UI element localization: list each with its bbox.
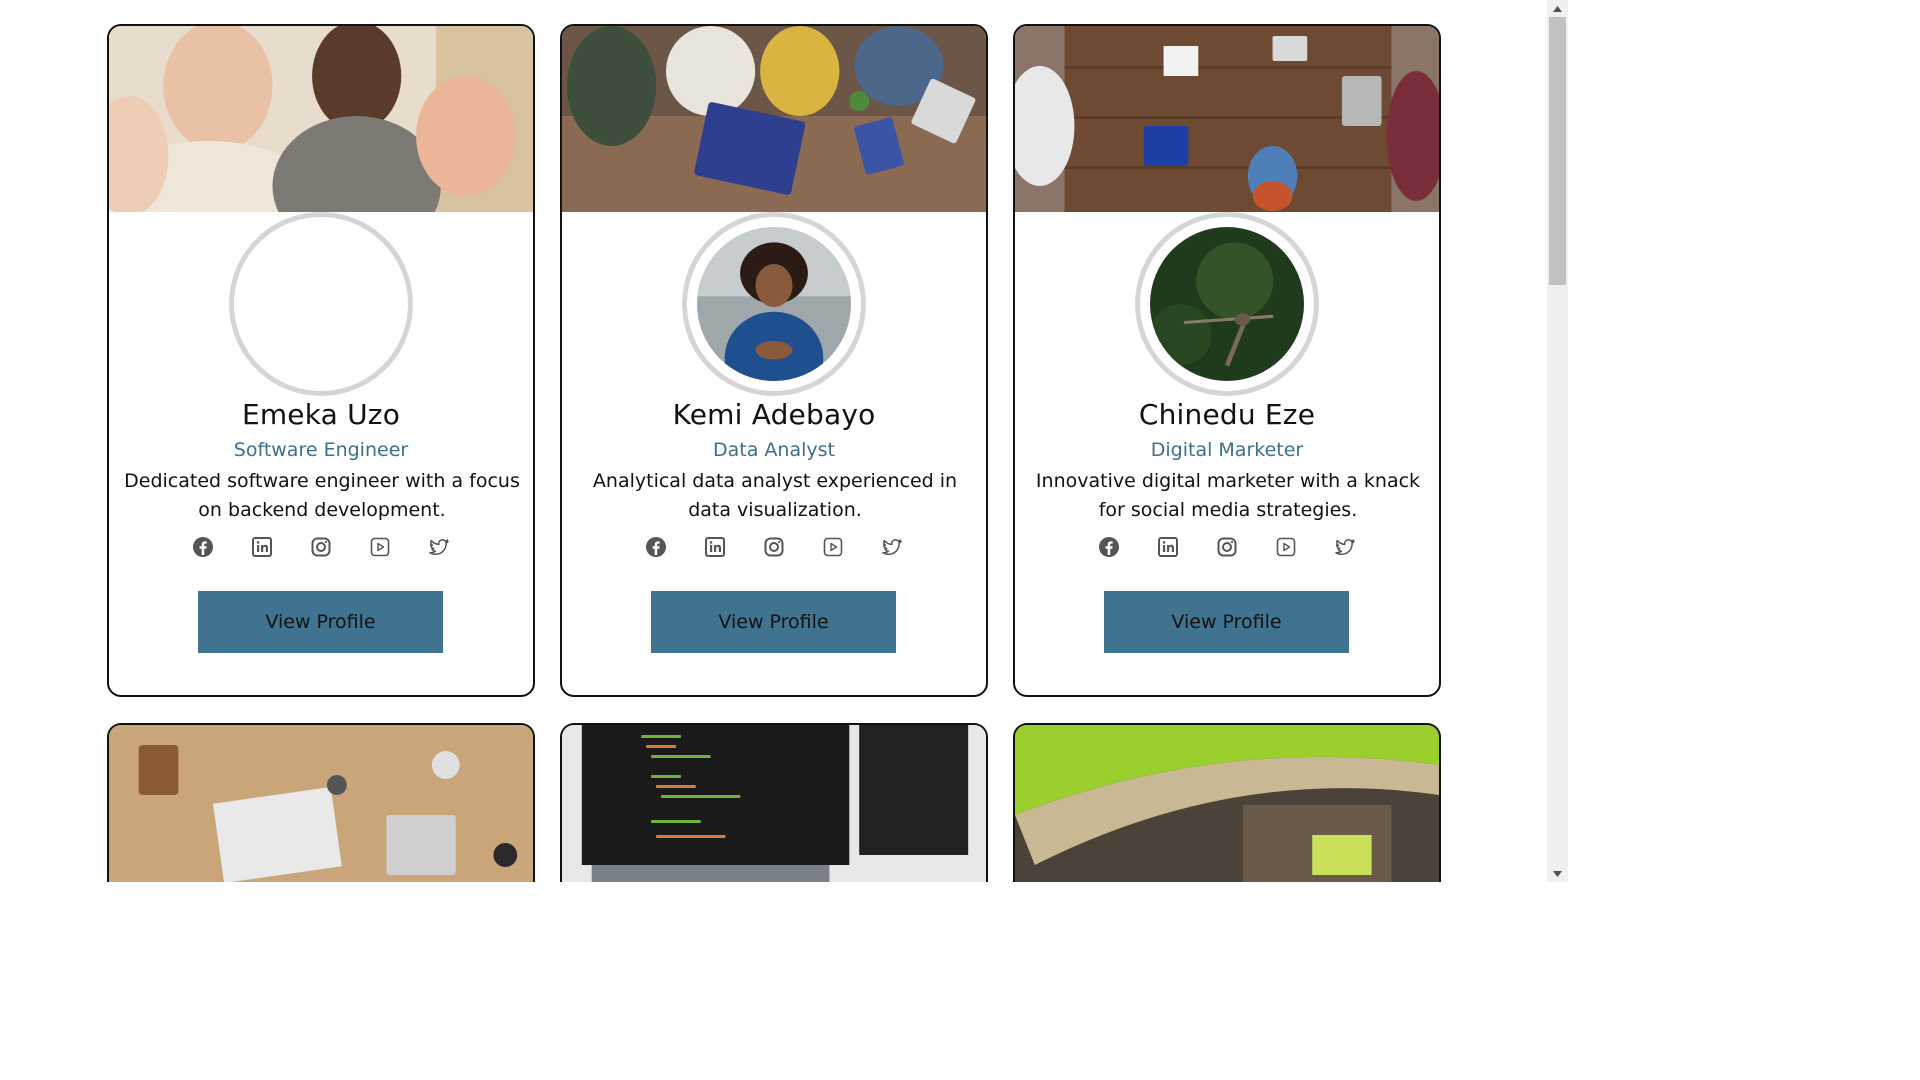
facebook-icon[interactable] (644, 534, 669, 559)
card-banner-image (1015, 26, 1439, 212)
avatar (682, 212, 866, 396)
profile-role: Data Analyst (713, 439, 835, 461)
view-profile-button[interactable]: View Profile (651, 591, 896, 653)
profile-card: Emeka Uzo Software Engineer Dedicated so… (107, 24, 535, 697)
linkedin-icon[interactable] (703, 534, 728, 559)
card-banner-image (109, 725, 533, 882)
social-links (1015, 534, 1439, 559)
avatar-image (244, 227, 398, 381)
profile-card: Chinedu Eze Digital Marketer Innovative … (1013, 24, 1441, 697)
card-banner-image (562, 26, 986, 212)
vertical-scrollbar[interactable] (1547, 0, 1568, 882)
card-banner-image (109, 26, 533, 212)
twitter-icon[interactable] (1333, 534, 1358, 559)
card-banner-image (1015, 725, 1439, 882)
profile-name: Kemi Adebayo (672, 398, 876, 431)
social-links (562, 534, 986, 559)
profile-grid: Emeka Uzo Software Engineer Dedicated so… (107, 24, 1441, 882)
profile-name: Chinedu Eze (1138, 398, 1316, 431)
avatar-image (1150, 227, 1304, 381)
instagram-icon[interactable] (309, 534, 334, 559)
profile-card (107, 723, 535, 882)
instagram-icon[interactable] (762, 534, 787, 559)
profile-card (560, 723, 988, 882)
profile-bio: Dedicated software engineer with a focus… (124, 470, 520, 521)
facebook-icon[interactable] (1097, 534, 1122, 559)
twitter-icon[interactable] (427, 534, 452, 559)
profile-role: Digital Marketer (1150, 439, 1304, 461)
profile-role: Software Engineer (233, 439, 409, 461)
profile-bio: Innovative digital marketer with a knack… (1035, 470, 1421, 521)
avatar (1135, 212, 1319, 396)
facebook-icon[interactable] (191, 534, 216, 559)
avatar-image (697, 227, 851, 381)
view-profile-button[interactable]: View Profile (1104, 591, 1349, 653)
profile-card: Kemi Adebayo Data Analyst Analytical dat… (560, 24, 988, 697)
linkedin-icon[interactable] (250, 534, 275, 559)
profile-name: Emeka Uzo (241, 398, 401, 431)
scroll-up-arrow-icon[interactable] (1547, 0, 1568, 17)
scroll-down-arrow-icon[interactable] (1547, 865, 1568, 882)
youtube-icon[interactable] (368, 534, 393, 559)
avatar (229, 212, 413, 396)
profile-bio: Analytical data analyst experienced in d… (592, 470, 958, 521)
scrollbar-thumb[interactable] (1549, 17, 1566, 285)
youtube-icon[interactable] (821, 534, 846, 559)
youtube-icon[interactable] (1274, 534, 1299, 559)
linkedin-icon[interactable] (1156, 534, 1181, 559)
card-banner-image (562, 725, 986, 882)
page-viewport: Emeka Uzo Software Engineer Dedicated so… (0, 0, 1547, 882)
twitter-icon[interactable] (880, 534, 905, 559)
social-links (109, 534, 533, 559)
profile-card (1013, 723, 1441, 882)
instagram-icon[interactable] (1215, 534, 1240, 559)
view-profile-button[interactable]: View Profile (198, 591, 443, 653)
